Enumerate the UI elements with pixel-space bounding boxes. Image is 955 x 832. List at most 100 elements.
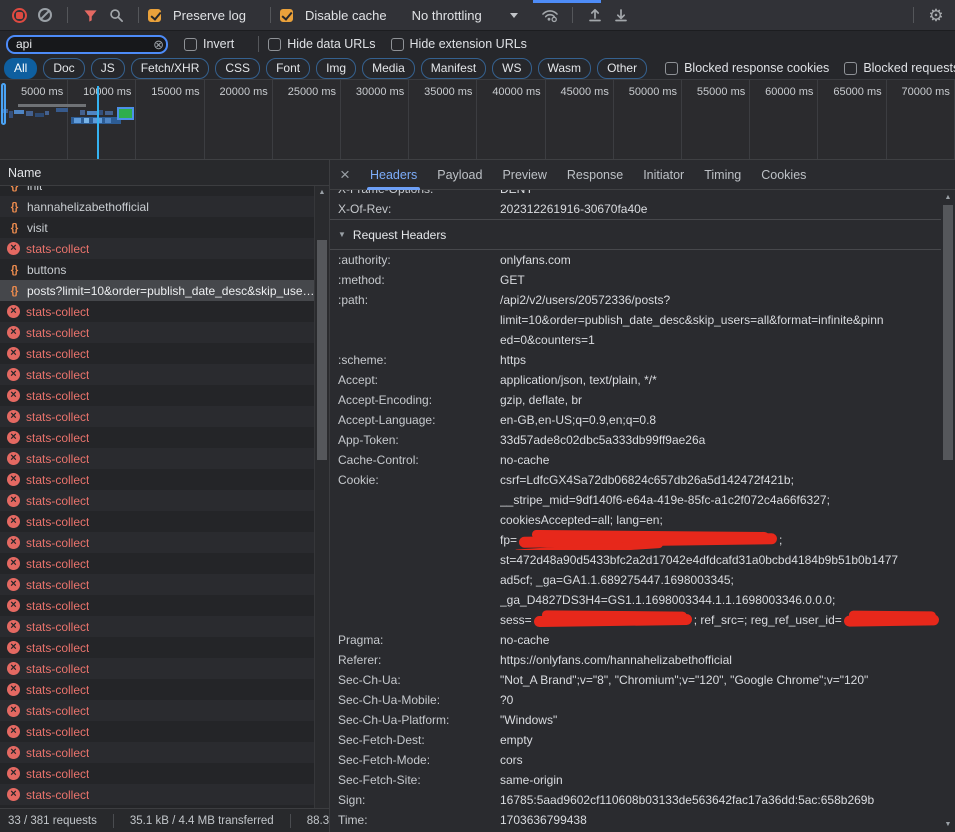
filter-pill-img[interactable]: Img	[316, 58, 356, 79]
export-har-button[interactable]	[608, 3, 634, 27]
timeline-overview[interactable]: 5000 ms10000 ms15000 ms20000 ms25000 ms3…	[0, 80, 955, 160]
status-divider	[113, 814, 114, 828]
checkbox-invert[interactable]: Invert	[184, 37, 234, 51]
section-header-request-headers[interactable]: ▼Request Headers	[330, 220, 941, 250]
filter-pill-other[interactable]: Other	[597, 58, 647, 79]
request-row[interactable]: ×stats-collect	[0, 469, 315, 490]
header-value: same-origin	[500, 770, 941, 790]
request-row[interactable]: ×stats-collect	[0, 511, 315, 532]
tab-payload[interactable]: Payload	[427, 160, 492, 190]
filter-input[interactable]	[6, 35, 168, 54]
header-value: cors	[500, 750, 941, 770]
tab-cookies[interactable]: Cookies	[751, 160, 816, 190]
scroll-up-icon[interactable]: ▲	[315, 186, 329, 199]
filter-pill-media[interactable]: Media	[362, 58, 415, 79]
tab-response[interactable]: Response	[557, 160, 633, 190]
request-row[interactable]: ×stats-collect	[0, 595, 315, 616]
filter-pill-css[interactable]: CSS	[215, 58, 260, 79]
settings-button[interactable]: ⚙	[923, 3, 949, 27]
error-icon: ×	[7, 368, 20, 381]
filter-pill-font[interactable]: Font	[266, 58, 310, 79]
json-braces-icon: {}	[7, 222, 21, 234]
filter-toggle-button[interactable]	[77, 3, 103, 27]
request-name: hannahelizabethofficial	[27, 200, 149, 214]
tab-preview[interactable]: Preview	[492, 160, 556, 190]
request-name: stats-collect	[26, 725, 89, 739]
close-details-button[interactable]: ×	[330, 160, 360, 190]
network-conditions-button[interactable]	[537, 3, 563, 27]
timeline-grip-handle[interactable]	[1, 83, 6, 125]
clear-button[interactable]	[32, 3, 58, 27]
request-row[interactable]: ×stats-collect	[0, 616, 315, 637]
request-name: stats-collect	[26, 683, 89, 697]
filter-pill-doc[interactable]: Doc	[43, 58, 84, 79]
request-row[interactable]: ×stats-collect	[0, 763, 315, 784]
clear-filter-icon[interactable]: ⊗	[153, 36, 164, 53]
header-row: App-Token:33d57ade8c02dbc5a333db99ff9ae2…	[330, 430, 941, 450]
request-list-scrollbar[interactable]: ▲	[314, 186, 329, 808]
checkbox-hide-data-urls[interactable]: Hide data URLs	[268, 37, 375, 51]
record-button[interactable]	[6, 3, 32, 27]
request-row[interactable]: ×stats-collect	[0, 406, 315, 427]
scrollbar-thumb[interactable]	[943, 205, 953, 460]
header-value: application/json, text/plain, */*	[500, 370, 941, 390]
tab-headers[interactable]: Headers	[360, 160, 427, 190]
checkbox-hide-extension-urls[interactable]: Hide extension URLs	[391, 37, 527, 51]
filter-pill-fetch-xhr[interactable]: Fetch/XHR	[131, 58, 210, 79]
upload-icon	[587, 7, 603, 23]
request-row[interactable]: ×stats-collect	[0, 301, 315, 322]
import-har-button[interactable]	[582, 3, 608, 27]
request-row[interactable]: ×stats-collect	[0, 343, 315, 364]
request-row[interactable]: ×stats-collect	[0, 700, 315, 721]
preserve-log-checkbox[interactable]: Preserve log	[148, 8, 246, 23]
request-row[interactable]: {}visit	[0, 217, 315, 238]
request-row[interactable]: ×stats-collect	[0, 721, 315, 742]
error-icon: ×	[7, 704, 20, 717]
request-row[interactable]: {}init	[0, 186, 315, 196]
checkbox-blocked-response-cookies[interactable]: Blocked response cookies	[665, 61, 829, 75]
request-row[interactable]: {}hannahelizabethofficial	[0, 196, 315, 217]
scrollbar-thumb[interactable]	[317, 240, 327, 460]
throttling-dropdown[interactable]: No throttling	[406, 8, 518, 23]
request-row[interactable]: ×stats-collect	[0, 574, 315, 595]
request-row[interactable]: ×stats-collect	[0, 364, 315, 385]
request-row[interactable]: ×stats-collect	[0, 385, 315, 406]
clear-icon	[38, 8, 52, 22]
filter-pill-ws[interactable]: WS	[492, 58, 531, 79]
request-row[interactable]: ×stats-collect	[0, 637, 315, 658]
request-row[interactable]: ×stats-collect	[0, 238, 315, 259]
divider	[258, 36, 259, 52]
header-name: Sec-Fetch-Site:	[338, 770, 500, 790]
request-row[interactable]: ×stats-collect	[0, 427, 315, 448]
checkbox-blocked-requests[interactable]: Blocked requests	[844, 61, 955, 75]
request-row[interactable]: ×stats-collect	[0, 448, 315, 469]
disable-cache-label: Disable cache	[305, 8, 387, 23]
details-scrollbar[interactable]: ▲ ▼	[941, 190, 955, 832]
search-button[interactable]	[103, 3, 129, 27]
request-row[interactable]: ×stats-collect	[0, 658, 315, 679]
request-row[interactable]: ×stats-collect	[0, 490, 315, 511]
header-name: Sign:	[338, 790, 500, 810]
request-row[interactable]: {}posts?limit=10&order=publish_date_desc…	[0, 280, 315, 301]
filter-pill-js[interactable]: JS	[91, 58, 125, 79]
disable-cache-checkbox[interactable]: Disable cache	[280, 8, 387, 23]
chevron-down-icon	[510, 13, 518, 18]
request-row[interactable]: ×stats-collect	[0, 784, 315, 805]
tab-timing[interactable]: Timing	[694, 160, 751, 190]
filter-pill-all[interactable]: All	[4, 58, 37, 79]
type-filter-pills: All Doc JS Fetch/XHRCSS Font Img Media Manifest…	[4, 58, 653, 79]
request-row[interactable]: ×stats-collect	[0, 532, 315, 553]
request-row[interactable]: ×stats-collect	[0, 322, 315, 343]
name-column-header[interactable]: Name	[0, 160, 329, 186]
request-row[interactable]: ×stats-collect	[0, 742, 315, 763]
request-row[interactable]: ×stats-collect	[0, 679, 315, 700]
scroll-down-icon[interactable]: ▼	[941, 818, 955, 831]
tab-initiator[interactable]: Initiator	[633, 160, 694, 190]
request-row[interactable]: ×stats-collect	[0, 553, 315, 574]
toolbar-divider	[138, 7, 139, 23]
filter-pill-wasm[interactable]: Wasm	[538, 58, 592, 79]
checkbox-label: Blocked requests	[863, 61, 955, 75]
scroll-up-icon[interactable]: ▲	[941, 191, 955, 204]
request-row[interactable]: {}buttons	[0, 259, 315, 280]
filter-pill-manifest[interactable]: Manifest	[421, 58, 486, 79]
